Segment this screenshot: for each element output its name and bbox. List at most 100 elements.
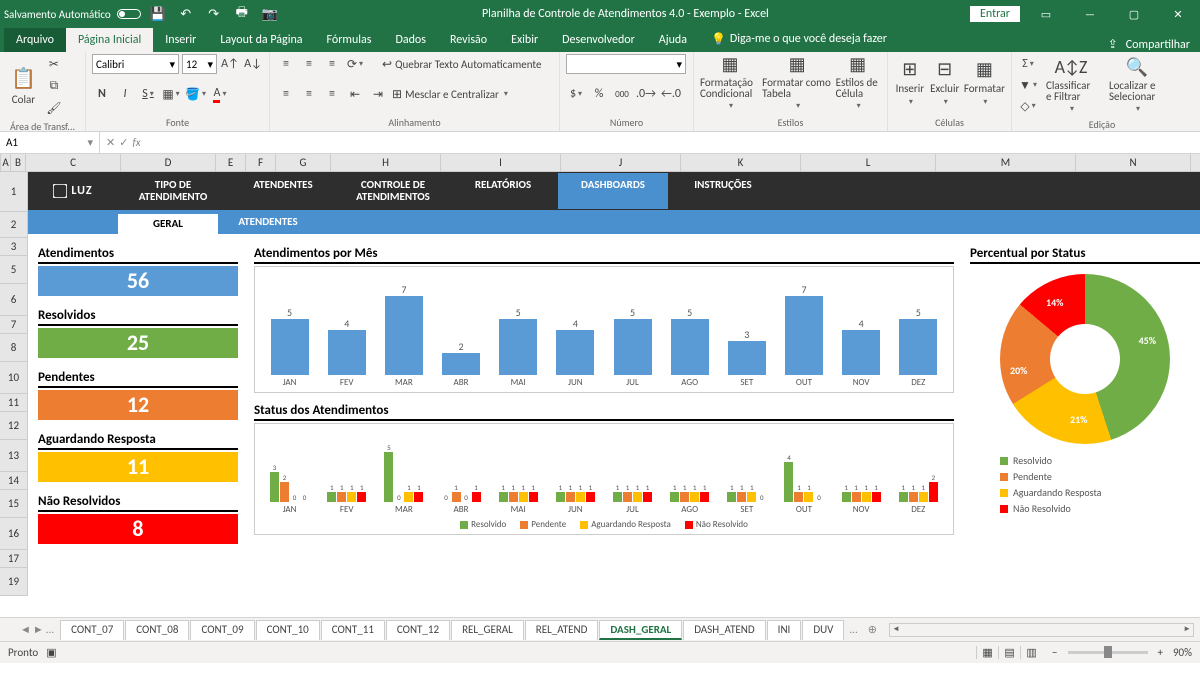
fx-icon[interactable]: fx (132, 136, 140, 149)
decrease-font-icon[interactable]: A↓ (243, 54, 263, 74)
tab-review[interactable]: Revisão (438, 28, 499, 52)
row-header[interactable]: 2 (0, 212, 27, 238)
sort-filter-button[interactable]: A↕ZClassificar e Filtrar (1041, 57, 1101, 113)
share-button[interactable]: Compartilhar (1126, 38, 1190, 52)
sheet-tab[interactable]: CONT_10 (256, 620, 320, 640)
wrap-text-button[interactable]: ↩ Quebrar Texto Automaticamente (381, 54, 542, 74)
row-header[interactable]: 5 (0, 256, 27, 284)
copy-icon[interactable]: ⧉ (44, 76, 64, 96)
align-bottom-icon[interactable]: ≡ (322, 54, 342, 74)
normal-view-icon[interactable]: ▦ (976, 646, 998, 659)
tab-file[interactable]: Arquivo (4, 28, 66, 52)
sheet-tab[interactable]: CONT_09 (190, 620, 254, 640)
row-header[interactable]: 15 (0, 490, 27, 518)
page-break-view-icon[interactable]: ▥ (1020, 646, 1042, 659)
sheet-tab[interactable]: REL_ATEND (525, 620, 599, 640)
font-size-select[interactable]: 12▾ (182, 54, 217, 74)
row-header[interactable]: 3 (0, 238, 27, 256)
minimize-icon[interactable]: — (1072, 0, 1108, 28)
decrease-decimal-icon[interactable]: ←.0 (660, 84, 682, 104)
clear-icon[interactable]: ◇ (1018, 96, 1038, 116)
tab-formulas[interactable]: Fórmulas (315, 28, 384, 52)
nav-item[interactable]: TIPO DE ATENDIMENTO (118, 173, 228, 209)
column-header[interactable]: F (246, 154, 276, 171)
increase-decimal-icon[interactable]: .0→ (635, 84, 657, 104)
row-header[interactable]: 7 (0, 316, 27, 334)
merge-button[interactable]: ⊞ Mesclar e Centralizar (391, 84, 509, 104)
column-header[interactable]: M (936, 154, 1076, 171)
signin-button[interactable]: Entrar (970, 6, 1020, 22)
row-header[interactable]: 17 (0, 550, 27, 568)
font-name-select[interactable]: Calibri▾ (92, 54, 179, 74)
macro-record-icon[interactable]: ▣ (46, 646, 56, 659)
row-header[interactable]: 12 (0, 412, 27, 440)
sheet-tab[interactable]: CONT_08 (125, 620, 189, 640)
cell-styles-button[interactable]: ▦Estilos de Célula (834, 54, 881, 110)
orientation-icon[interactable]: ⟳ (345, 54, 365, 74)
zoom-level[interactable]: 90% (1173, 646, 1192, 659)
tab-help[interactable]: Ajuda (647, 28, 699, 52)
align-top-icon[interactable]: ≡ (276, 54, 296, 74)
close-icon[interactable]: ✕ (1160, 0, 1196, 28)
delete-cells-button[interactable]: ⊟Excluir (929, 54, 961, 110)
tellme-search[interactable]: 💡Diga-me o que você deseja fazer (699, 27, 899, 52)
bold-button[interactable]: N (92, 84, 112, 104)
column-header[interactable]: N (1076, 154, 1191, 171)
sheet-tab[interactable]: DASH_ATEND (683, 620, 765, 640)
zoom-slider[interactable] (1068, 651, 1148, 654)
accounting-format-icon[interactable]: $ (566, 84, 586, 104)
maximize-icon[interactable]: ▢ (1116, 0, 1152, 28)
format-painter-icon[interactable]: 🖌 (44, 98, 64, 118)
row-header[interactable]: 16 (0, 518, 27, 550)
quickprint-icon[interactable]: 🖶 (231, 3, 253, 25)
align-left-icon[interactable]: ≡ (276, 84, 296, 104)
column-header[interactable]: A (1, 154, 11, 171)
insert-cells-button[interactable]: ⊞Inserir (894, 54, 926, 110)
autosum-icon[interactable]: Σ (1018, 54, 1038, 74)
sheet-nav-first-icon[interactable]: ◄ (20, 623, 31, 636)
row-header[interactable]: 1 (0, 172, 27, 212)
align-center-icon[interactable]: ≡ (299, 84, 319, 104)
nav-item[interactable]: RELATÓRIOS (448, 173, 558, 209)
fill-color-icon[interactable]: 🪣 (184, 84, 207, 104)
autosave-toggle[interactable] (117, 9, 141, 19)
decrease-indent-icon[interactable]: ⇤ (345, 84, 365, 104)
nav-item[interactable]: DASHBOARDS (558, 173, 668, 209)
column-header[interactable]: E (216, 154, 246, 171)
comma-format-icon[interactable]: 000 (612, 84, 632, 104)
percent-format-icon[interactable]: % (589, 84, 609, 104)
borders-icon[interactable]: ▦ (161, 84, 181, 104)
column-header[interactable]: H (331, 154, 441, 171)
camera-icon[interactable]: 📷 (259, 3, 281, 25)
nav-item[interactable]: ATENDENTES (228, 173, 338, 209)
increase-font-icon[interactable]: A↑ (220, 54, 240, 74)
column-header[interactable]: I (441, 154, 561, 171)
column-header[interactable]: C (26, 154, 121, 171)
underline-button[interactable]: S (138, 84, 158, 104)
sheet-tab[interactable]: CONT_12 (386, 620, 450, 640)
number-format-select[interactable]: ▾ (566, 54, 686, 74)
column-header[interactable]: B (11, 154, 26, 171)
subnav-atendentes[interactable]: ATENDENTES (218, 210, 318, 234)
format-cells-button[interactable]: ▦Formatar (964, 54, 1005, 110)
page-layout-view-icon[interactable]: ▤ (998, 646, 1020, 659)
worksheet-grid[interactable]: ABCDEFGHIJKLMNOPQ 1235678101112131415161… (0, 154, 1200, 617)
column-header[interactable]: G (276, 154, 331, 171)
add-sheet-icon[interactable]: ⊕ (868, 623, 877, 636)
ribbon-options-icon[interactable]: ▭ (1028, 0, 1064, 28)
cut-icon[interactable]: ✂ (44, 54, 64, 74)
tab-layout[interactable]: Layout da Página (208, 28, 314, 52)
row-header[interactable]: 19 (0, 568, 27, 596)
column-header[interactable]: L (801, 154, 936, 171)
tab-insert[interactable]: Inserir (153, 28, 208, 52)
find-select-button[interactable]: 🔍Localizar e Selecionar (1104, 57, 1170, 113)
increase-indent-icon[interactable]: ⇥ (368, 84, 388, 104)
undo-icon[interactable]: ↶ (175, 3, 197, 25)
column-header[interactable]: J (561, 154, 681, 171)
nav-item[interactable]: CONTROLE DE ATENDIMENTOS (338, 173, 448, 209)
column-header[interactable]: K (681, 154, 801, 171)
enter-formula-icon[interactable]: ✓ (119, 136, 128, 149)
sheet-tab[interactable]: INI (767, 620, 802, 640)
italic-button[interactable]: I (115, 84, 135, 104)
sheet-ellipsis[interactable]: ... (46, 623, 54, 636)
